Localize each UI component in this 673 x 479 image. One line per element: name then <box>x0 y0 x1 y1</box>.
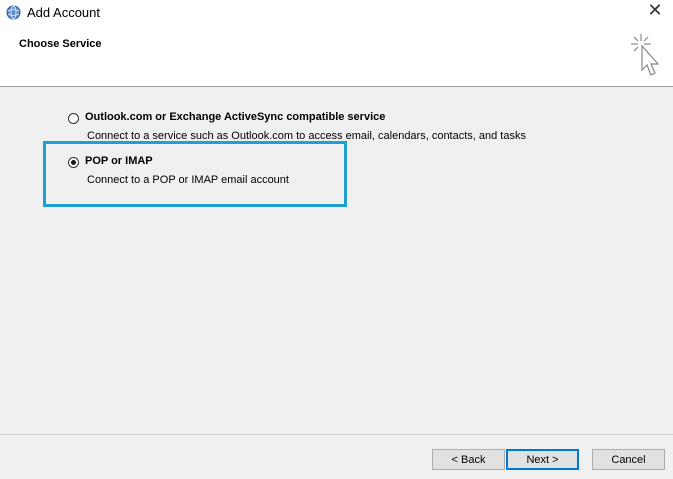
wizard-header: Choose Service <box>0 26 673 87</box>
outlook-globe-icon <box>6 5 21 20</box>
close-icon[interactable]: ✕ <box>647 1 663 19</box>
radio-exchange-activesync[interactable] <box>68 113 79 124</box>
next-button[interactable]: Next > <box>506 449 579 470</box>
selection-highlight-box <box>43 141 347 207</box>
page-title: Choose Service <box>19 38 102 50</box>
click-cursor-icon <box>631 34 660 76</box>
back-button[interactable]: < Back <box>432 449 505 470</box>
option-exchange-label: Outlook.com or Exchange ActiveSync compa… <box>85 111 386 123</box>
footer-divider <box>0 434 673 435</box>
cancel-button[interactable]: Cancel <box>592 449 665 470</box>
title-bar: Add Account ✕ <box>0 0 673 26</box>
window-title: Add Account <box>27 5 100 20</box>
